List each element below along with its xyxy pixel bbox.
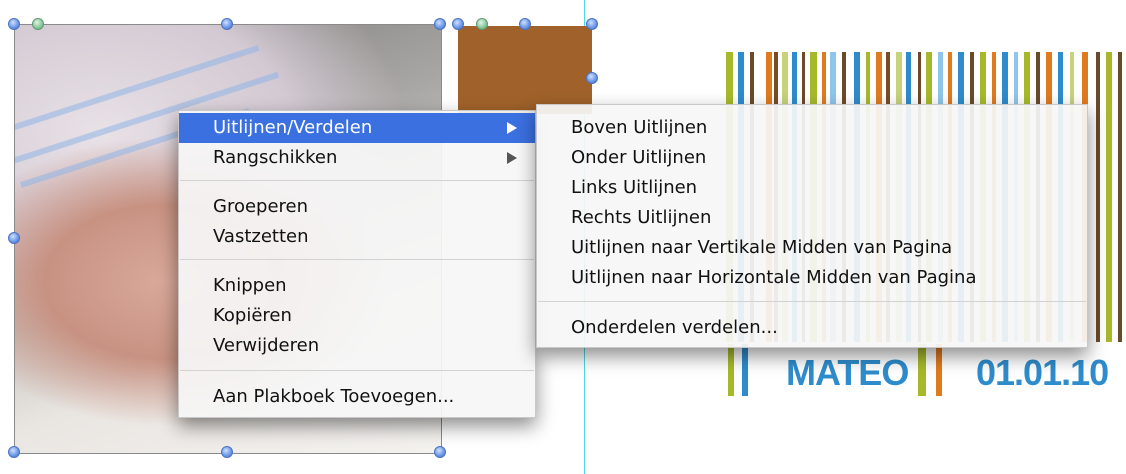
resize-handle[interactable]	[452, 18, 464, 30]
resize-handle[interactable]	[586, 18, 598, 30]
submenu-item-boven[interactable]: Boven Uitlijnen	[537, 113, 1087, 143]
submenu-item-verdelen[interactable]: Onderdelen verdelen...	[537, 313, 1087, 343]
menu-separator	[180, 259, 534, 260]
menu-item-groeperen[interactable]: Groeperen	[179, 192, 535, 222]
context-menu: Uitlijnen/Verdelen Rangschikken Groepere…	[178, 110, 536, 418]
menu-item-label: Vastzetten	[213, 226, 309, 247]
menu-item-label: Rangschikken	[213, 147, 338, 168]
menu-separator	[538, 301, 1086, 302]
submenu-item-links[interactable]: Links Uitlijnen	[537, 173, 1087, 203]
menu-item-rangschikken[interactable]: Rangschikken	[179, 143, 535, 173]
banner-bar	[742, 344, 748, 396]
menu-item-label: Verwijderen	[213, 335, 320, 356]
banner-bar	[918, 344, 926, 396]
menu-item-label: Onder Uitlijnen	[571, 147, 707, 168]
menu-item-label: Uitlijnen naar Horizontale Midden van Pa…	[571, 267, 977, 288]
banner-bar	[728, 344, 734, 396]
resize-handle[interactable]	[519, 18, 531, 30]
submenu-item-rechts[interactable]: Rechts Uitlijnen	[537, 203, 1087, 233]
menu-item-uitlijnen-verdelen[interactable]: Uitlijnen/Verdelen	[179, 113, 535, 143]
banner-bar	[936, 344, 942, 396]
resize-handle[interactable]	[434, 18, 446, 30]
resize-handle[interactable]	[8, 446, 20, 458]
menu-separator	[180, 370, 534, 371]
menu-item-label: Uitlijnen/Verdelen	[213, 117, 373, 138]
align-submenu: Boven Uitlijnen Onder Uitlijnen Links Ui…	[536, 104, 1088, 348]
menu-item-plakboek[interactable]: Aan Plakboek Toevoegen...	[179, 382, 535, 412]
rotate-handle[interactable]	[476, 18, 488, 30]
menu-item-label: Rechts Uitlijnen	[571, 207, 712, 228]
menu-separator	[180, 180, 534, 181]
menu-item-label: Links Uitlijnen	[571, 177, 698, 198]
banner-name: MATEO	[786, 352, 909, 393]
menu-item-knippen[interactable]: Knippen	[179, 271, 535, 301]
resize-handle[interactable]	[221, 446, 233, 458]
submenu-arrow-icon	[507, 122, 517, 134]
brown-rectangle[interactable]	[458, 26, 592, 114]
submenu-arrow-icon	[507, 152, 517, 164]
menu-item-label: Boven Uitlijnen	[571, 117, 708, 138]
menu-item-vastzetten[interactable]: Vastzetten	[179, 222, 535, 252]
menu-item-label: Aan Plakboek Toevoegen...	[213, 386, 455, 407]
menu-item-verwijderen[interactable]: Verwijderen	[179, 331, 535, 361]
menu-item-label: Knippen	[213, 275, 287, 296]
menu-item-label: Onderdelen verdelen...	[571, 317, 778, 338]
menu-item-label: Uitlijnen naar Vertikale Midden van Pagi…	[571, 237, 953, 258]
menu-item-label: Kopiëren	[213, 305, 292, 326]
rotate-handle[interactable]	[32, 18, 44, 30]
submenu-item-vertikaal-midden[interactable]: Uitlijnen naar Vertikale Midden van Pagi…	[537, 233, 1087, 263]
resize-handle[interactable]	[8, 232, 20, 244]
submenu-item-onder[interactable]: Onder Uitlijnen	[537, 143, 1087, 173]
banner-date: 01.01.10	[976, 352, 1109, 393]
submenu-item-horizontaal-midden[interactable]: Uitlijnen naar Horizontale Midden van Pa…	[537, 263, 1087, 293]
resize-handle[interactable]	[8, 18, 20, 30]
resize-handle[interactable]	[221, 18, 233, 30]
resize-handle[interactable]	[586, 72, 598, 84]
menu-item-kopieren[interactable]: Kopiëren	[179, 301, 535, 331]
resize-handle[interactable]	[434, 446, 446, 458]
menu-item-label: Groeperen	[213, 196, 309, 217]
